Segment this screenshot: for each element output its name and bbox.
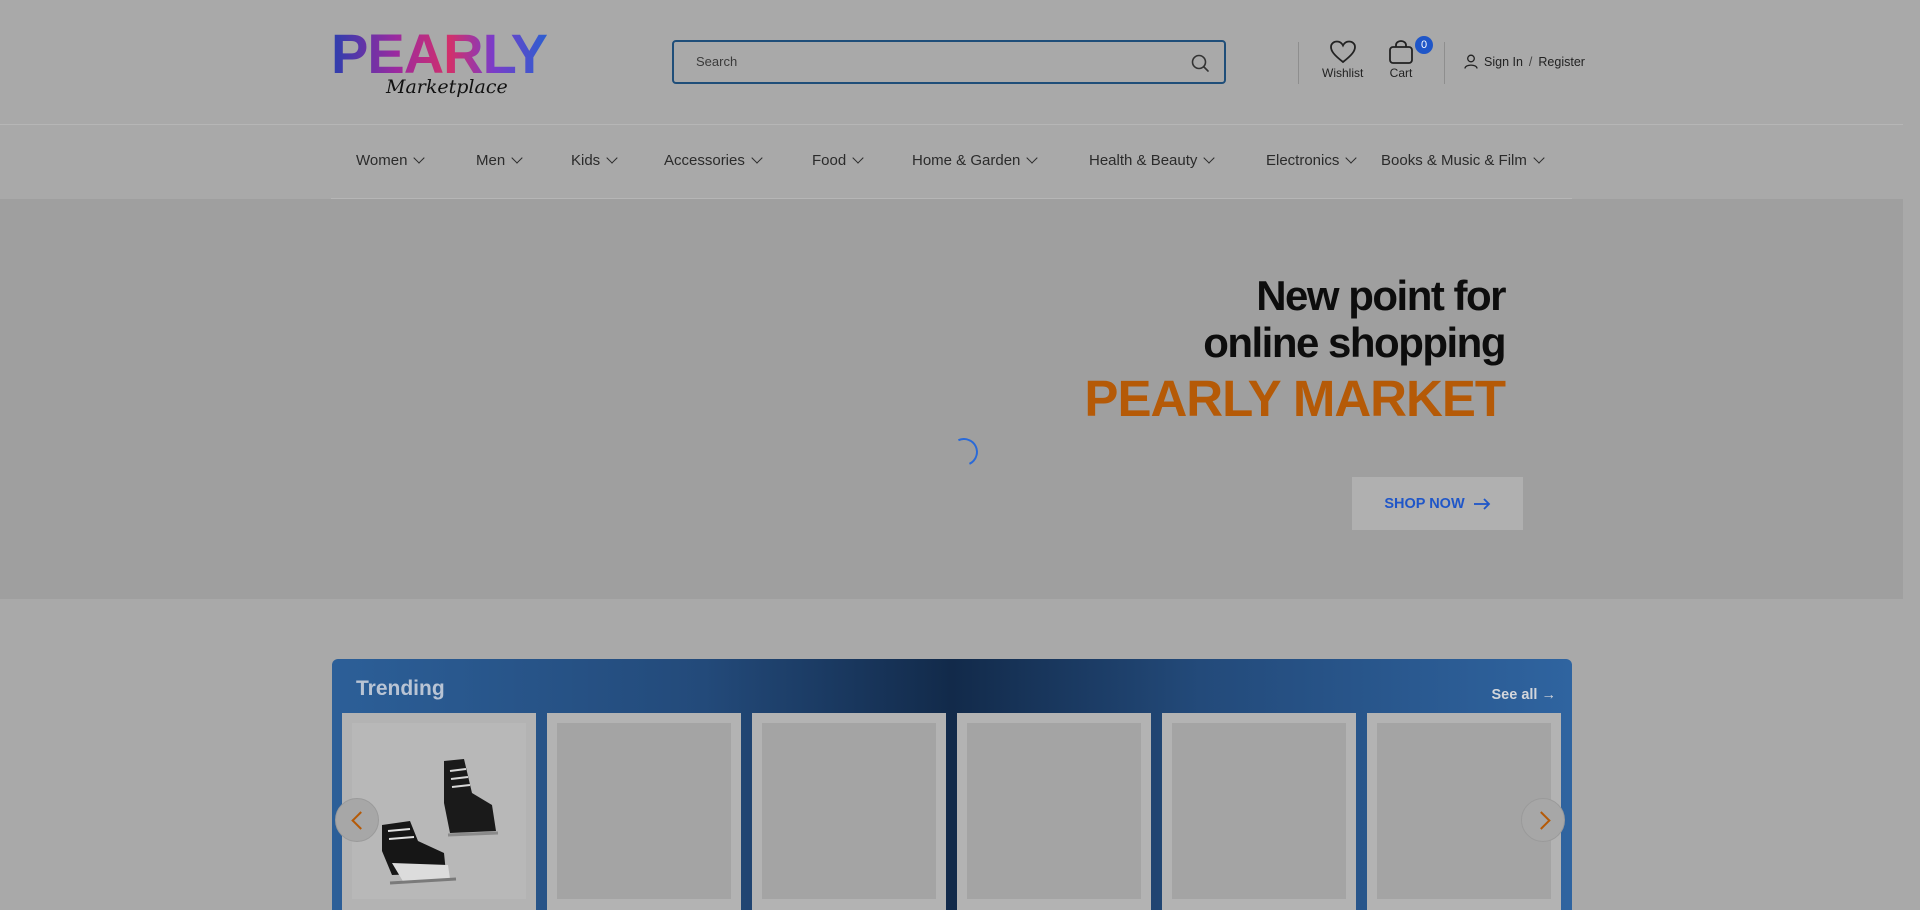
chevron-down-icon <box>1345 152 1358 164</box>
hero-headline-line1: New point for <box>1256 272 1506 319</box>
arrow-right-icon <box>1473 497 1490 510</box>
chevron-down-icon <box>606 152 618 164</box>
ice-skates-image <box>352 723 526 899</box>
nav-item-accessories[interactable]: Accessories <box>664 152 763 169</box>
product-image-placeholder <box>557 723 731 899</box>
chevron-down-icon <box>1203 152 1216 164</box>
header-divider <box>1444 42 1445 84</box>
product-card[interactable] <box>957 713 1151 910</box>
nav-item-label: Men <box>476 152 506 169</box>
cart-label: Cart <box>1389 66 1413 80</box>
hero-brand-name: PEARLY MARKET <box>1084 370 1506 427</box>
nav-item-label: Women <box>356 152 408 169</box>
account-links: Sign In / Register <box>1464 54 1585 69</box>
shop-now-button[interactable]: SHOP NOW <box>1352 477 1523 530</box>
sign-in-link[interactable]: Sign In <box>1484 55 1523 69</box>
nav-item-label: Health & Beauty <box>1089 152 1198 169</box>
nav-item-home-garden[interactable]: Home & Garden <box>912 152 1039 169</box>
nav-item-label: Home & Garden <box>912 152 1021 169</box>
product-image-placeholder <box>967 723 1141 899</box>
cart-button[interactable]: Cart 0 <box>1387 36 1433 80</box>
chevron-down-icon <box>852 152 864 164</box>
product-image <box>352 723 526 899</box>
nav-item-label: Kids <box>571 152 601 169</box>
nav-item-label: Food <box>812 152 847 169</box>
nav-item-electronics[interactable]: Electronics <box>1266 152 1358 169</box>
chevron-down-icon <box>751 152 763 164</box>
hero-headline-line2: online shopping <box>1203 319 1506 366</box>
see-all-link[interactable]: See all → <box>1492 687 1556 703</box>
nav-item-label: Electronics <box>1266 152 1340 169</box>
trending-section: Trending See all → <box>332 659 1572 910</box>
register-link[interactable]: Register <box>1538 55 1585 69</box>
nav-item-label: Accessories <box>664 152 745 169</box>
wishlist-button[interactable]: Wishlist <box>1322 40 1363 80</box>
product-image-placeholder <box>1172 723 1346 899</box>
cart-count-badge: 0 <box>1415 36 1433 54</box>
header-divider <box>1298 42 1299 84</box>
product-card[interactable] <box>1162 713 1356 910</box>
chevron-down-icon <box>413 152 426 164</box>
chevron-down-icon <box>1026 152 1039 164</box>
heart-icon <box>1329 40 1356 64</box>
loading-spinner <box>946 434 982 470</box>
chevron-left-icon <box>351 811 370 830</box>
nav-item-food[interactable]: Food <box>812 152 864 169</box>
user-icon <box>1464 54 1478 69</box>
nav-item-men[interactable]: Men <box>476 152 523 169</box>
logo-subtext: Marketplace <box>386 76 508 98</box>
cart-icon <box>1389 40 1413 64</box>
wishlist-label: Wishlist <box>1322 66 1364 80</box>
nav-item-label: Books & Music & Film <box>1381 152 1527 169</box>
product-card[interactable] <box>752 713 946 910</box>
chevron-down-icon <box>1533 152 1545 164</box>
nav-item-books-music-film[interactable]: Books & Music & Film <box>1381 152 1545 169</box>
logo-text: PEARLY <box>331 22 548 85</box>
search-icon[interactable] <box>1190 53 1210 73</box>
search-box <box>672 40 1226 84</box>
nav-item-kids[interactable]: Kids <box>571 152 618 169</box>
nav-item-health-beauty[interactable]: Health & Beauty <box>1089 152 1216 169</box>
chevron-down-icon <box>511 152 523 164</box>
product-image-placeholder <box>762 723 936 899</box>
hero-banner: New point for online shopping PEARLY MAR… <box>0 199 1903 599</box>
product-card[interactable] <box>547 713 741 910</box>
account-separator: / <box>1528 54 1533 69</box>
site-header: PEARLY Marketplace Wishlist Cart 0 Sign … <box>0 0 1903 125</box>
category-nav: Women Men Kids Accessories Food Home & G… <box>331 125 1572 199</box>
carousel-next-button[interactable] <box>1521 798 1565 842</box>
search-input[interactable] <box>694 53 1178 70</box>
nav-item-women[interactable]: Women <box>356 152 426 169</box>
site-logo[interactable]: PEARLY Marketplace <box>331 26 567 106</box>
shop-now-label: SHOP NOW <box>1384 495 1465 512</box>
trending-title: Trending <box>356 677 445 700</box>
chevron-right-icon <box>1532 811 1551 830</box>
carousel-prev-button[interactable] <box>335 798 379 842</box>
